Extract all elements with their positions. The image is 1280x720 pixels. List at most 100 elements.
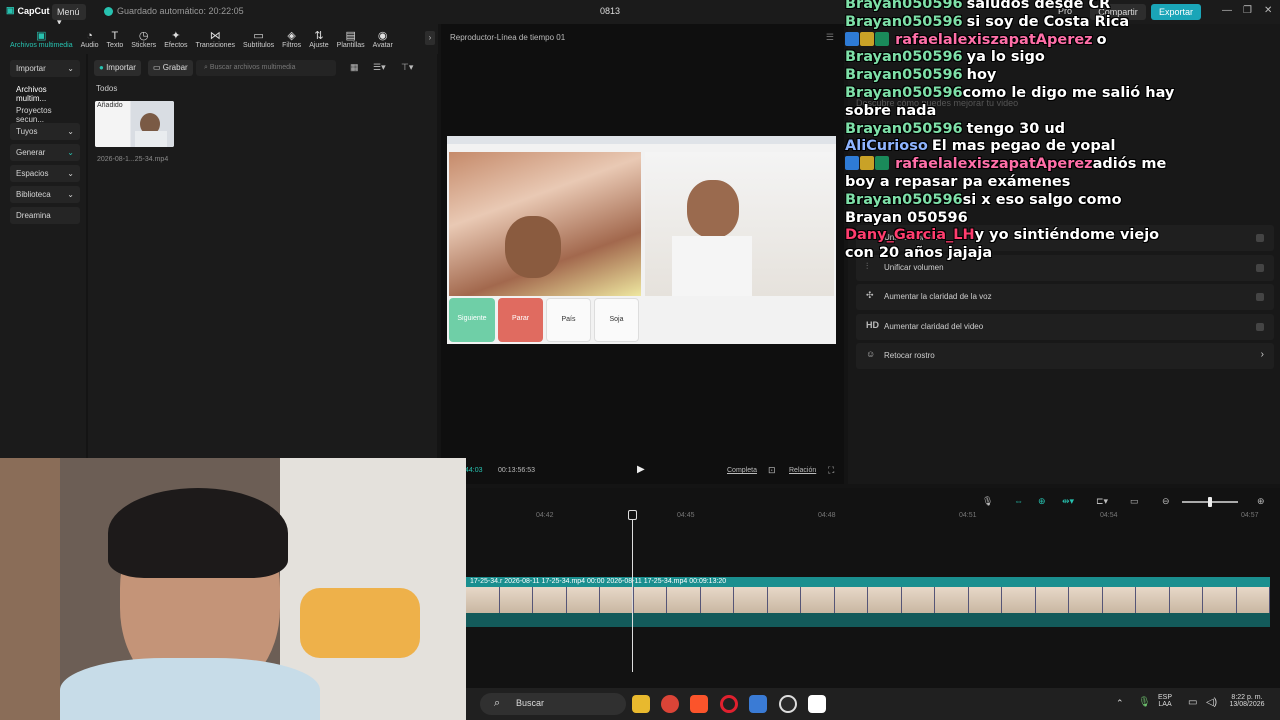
taskbar-search[interactable]: ⌕ Buscar (480, 693, 626, 715)
nav-dreamina[interactable]: Dreamina (10, 207, 80, 224)
toggle-checkbox[interactable] (1256, 293, 1264, 301)
zoom-in-icon[interactable]: ⊕ (1257, 496, 1265, 507)
retouch-face-item[interactable]: ☺ Retocar rostro › (856, 343, 1274, 369)
file-explorer-icon[interactable] (632, 695, 650, 713)
time-ruler[interactable]: 04:42 04:45 04:48 04:51 04:54 04:57 (466, 512, 1280, 524)
preview-screen[interactable]: Siguiente Parar País Soja (447, 136, 836, 344)
nav-library[interactable]: Biblioteca ⌄ (10, 186, 80, 203)
tool-label: Subtítulos (242, 41, 275, 49)
close-icon[interactable]: ✕ (1264, 5, 1272, 16)
audio-waveform[interactable] (466, 613, 1270, 627)
menu-button[interactable]: Menú ▾ (52, 4, 86, 27)
chat-message: Brayan050596 hoy (845, 67, 1205, 85)
search-icon: ⌕ (494, 697, 501, 709)
tool-text[interactable]: T Texto (103, 24, 128, 54)
network-icon[interactable]: ▭ (1188, 697, 1197, 708)
media-search-input[interactable]: ⌕ Buscar archivos multimedia (196, 60, 336, 76)
video-clarity-item[interactable]: HD Aumentar claridad del video (856, 314, 1274, 340)
tool-templates[interactable]: ▤ Plantillas (333, 24, 369, 54)
tool-transitions[interactable]: ⋈ Transiciones (192, 24, 239, 54)
tool-adjust[interactable]: ⇅ Ajuste (305, 24, 332, 54)
speaker-icon[interactable]: ◁) (1206, 697, 1217, 708)
tool-stickers[interactable]: ◷ Stickers (127, 24, 160, 54)
chat-message: Brayan050596si x eso salgo como Brayan 0… (845, 192, 1165, 228)
full-quality-button[interactable]: Completa (727, 467, 757, 474)
media-thumbnail[interactable]: Añadido (95, 101, 174, 147)
record-button[interactable]: ▭ Grabar (148, 60, 193, 76)
tool-media[interactable]: ▣ Archivos multimedia (6, 24, 77, 54)
tool-label: Ajuste (309, 41, 329, 49)
ratio-button[interactable]: Relación (789, 467, 816, 474)
minimize-icon[interactable]: — (1222, 5, 1232, 16)
nav-label: Proyectos secun... (16, 106, 52, 124)
microphone-tray-icon[interactable]: 🎙︎ (1138, 697, 1151, 708)
caption-icon[interactable]: ▭ (1130, 496, 1139, 507)
link-icon[interactable]: ⇔ (1014, 496, 1023, 506)
media-icon: ▣ (36, 29, 47, 42)
nav-spaces[interactable]: Espacios ⌄ (10, 165, 80, 182)
video-clip-header[interactable]: 17-25-34.r 2026-08-11 17-25-34.mp4 00:00… (466, 577, 1270, 587)
nav-label: Archivos multim... (16, 85, 47, 103)
chat-message: Dany_Garcia_LHy yo sintiéndome viejo con… (845, 227, 1175, 263)
chrome-icon[interactable] (661, 695, 679, 713)
ruler-tick: 04:45 (677, 512, 695, 519)
sort-icon[interactable]: ☰▾ (373, 62, 386, 73)
crop-icon[interactable]: ⊡ (768, 465, 776, 476)
chevron-right-icon: › (1260, 349, 1264, 360)
chevron-up-icon[interactable]: ⌃ (1116, 698, 1124, 709)
tool-filters[interactable]: ◈ Filtros (278, 24, 305, 54)
toggle-checkbox[interactable] (1256, 264, 1264, 272)
nav-yours[interactable]: Tuyos ⌄ (10, 123, 80, 140)
stream-chat-overlay: Brayan050596 saludos desde CR Brayan05059… (845, 0, 1205, 266)
tool-label: Avatar (372, 41, 393, 49)
toggle-checkbox[interactable] (1256, 323, 1264, 331)
chat-text: El mas pegao de yopal (931, 138, 1116, 155)
snap-icon[interactable]: ⇹▾ (1062, 496, 1074, 507)
magnet-icon[interactable]: ⊕ (1038, 496, 1046, 507)
clock[interactable]: 8:22 p. m. 13/08/2026 (1222, 694, 1272, 708)
playhead[interactable] (628, 510, 637, 672)
nav-label: Dreamina (16, 211, 51, 220)
brave-icon[interactable] (690, 695, 708, 713)
store-icon[interactable] (749, 695, 767, 713)
voice-clarity-item[interactable]: ✣ Aumentar la claridad de la voz (856, 284, 1274, 310)
nav-import[interactable]: Importar ⌄ (10, 60, 80, 77)
language-indicator[interactable]: ESP LAA (1158, 694, 1172, 708)
chat-message: rafaelalexiszapatAperezadiós me boy a re… (845, 156, 1185, 192)
import-button[interactable]: ● Importar (94, 60, 141, 76)
item-label: Retocar rostro (884, 351, 935, 360)
zoom-slider[interactable] (1182, 497, 1238, 507)
gift-badge-icon (875, 156, 889, 171)
zoom-out-icon[interactable]: ⊖ (1162, 496, 1170, 507)
filter-icon[interactable]: ⊤▾ (401, 62, 413, 73)
playhead-handle[interactable] (628, 510, 637, 520)
nav-label: Tuyos (16, 127, 38, 136)
split-icon[interactable]: ⊏▾ (1096, 496, 1108, 507)
nav-media-files[interactable]: Archivos multim... (10, 81, 80, 103)
opera-icon[interactable] (720, 695, 738, 713)
project-title: 0813 (600, 6, 621, 16)
chat-username: Brayan050596 (845, 84, 963, 101)
nav-sub-projects[interactable]: Proyectos secun... (10, 102, 80, 124)
grid-view-icon[interactable]: ▦ (350, 62, 359, 73)
microphone-icon[interactable]: 🎙︎ (982, 496, 993, 507)
capcut-taskbar-icon[interactable] (808, 695, 826, 713)
toggle-checkbox[interactable] (1256, 234, 1264, 242)
obs-icon[interactable] (779, 695, 797, 713)
tool-subtitles[interactable]: ▭ Subtítulos (239, 24, 278, 54)
nav-generate[interactable]: Generar ⌄ (10, 144, 80, 161)
tool-effects[interactable]: ✦ Efectos (160, 24, 191, 54)
zoom-slider-thumb[interactable] (1208, 497, 1212, 507)
play-icon[interactable]: ▶ (637, 464, 645, 475)
screen-soy-button: Soja (594, 298, 639, 342)
video-clip-frames[interactable] (466, 587, 1270, 613)
fullscreen-icon[interactable]: ⛶ (828, 465, 834, 476)
tool-avatar[interactable]: ◉ Avatar (369, 24, 397, 54)
maximize-icon[interactable]: ❐ (1243, 5, 1252, 16)
player-controls: 44:03 00:13:56:53 ▶ Completa ⊡ Relación … (441, 460, 844, 482)
toolbar-scroll-right[interactable]: › (425, 31, 435, 45)
player-menu-icon[interactable]: ☰ (826, 32, 834, 43)
tool-audio[interactable]: ◔ Audio (77, 24, 103, 54)
filter-all-label[interactable]: Todos (96, 84, 117, 93)
autosave-text: Guardado automático: 20:22:05 (117, 6, 244, 16)
